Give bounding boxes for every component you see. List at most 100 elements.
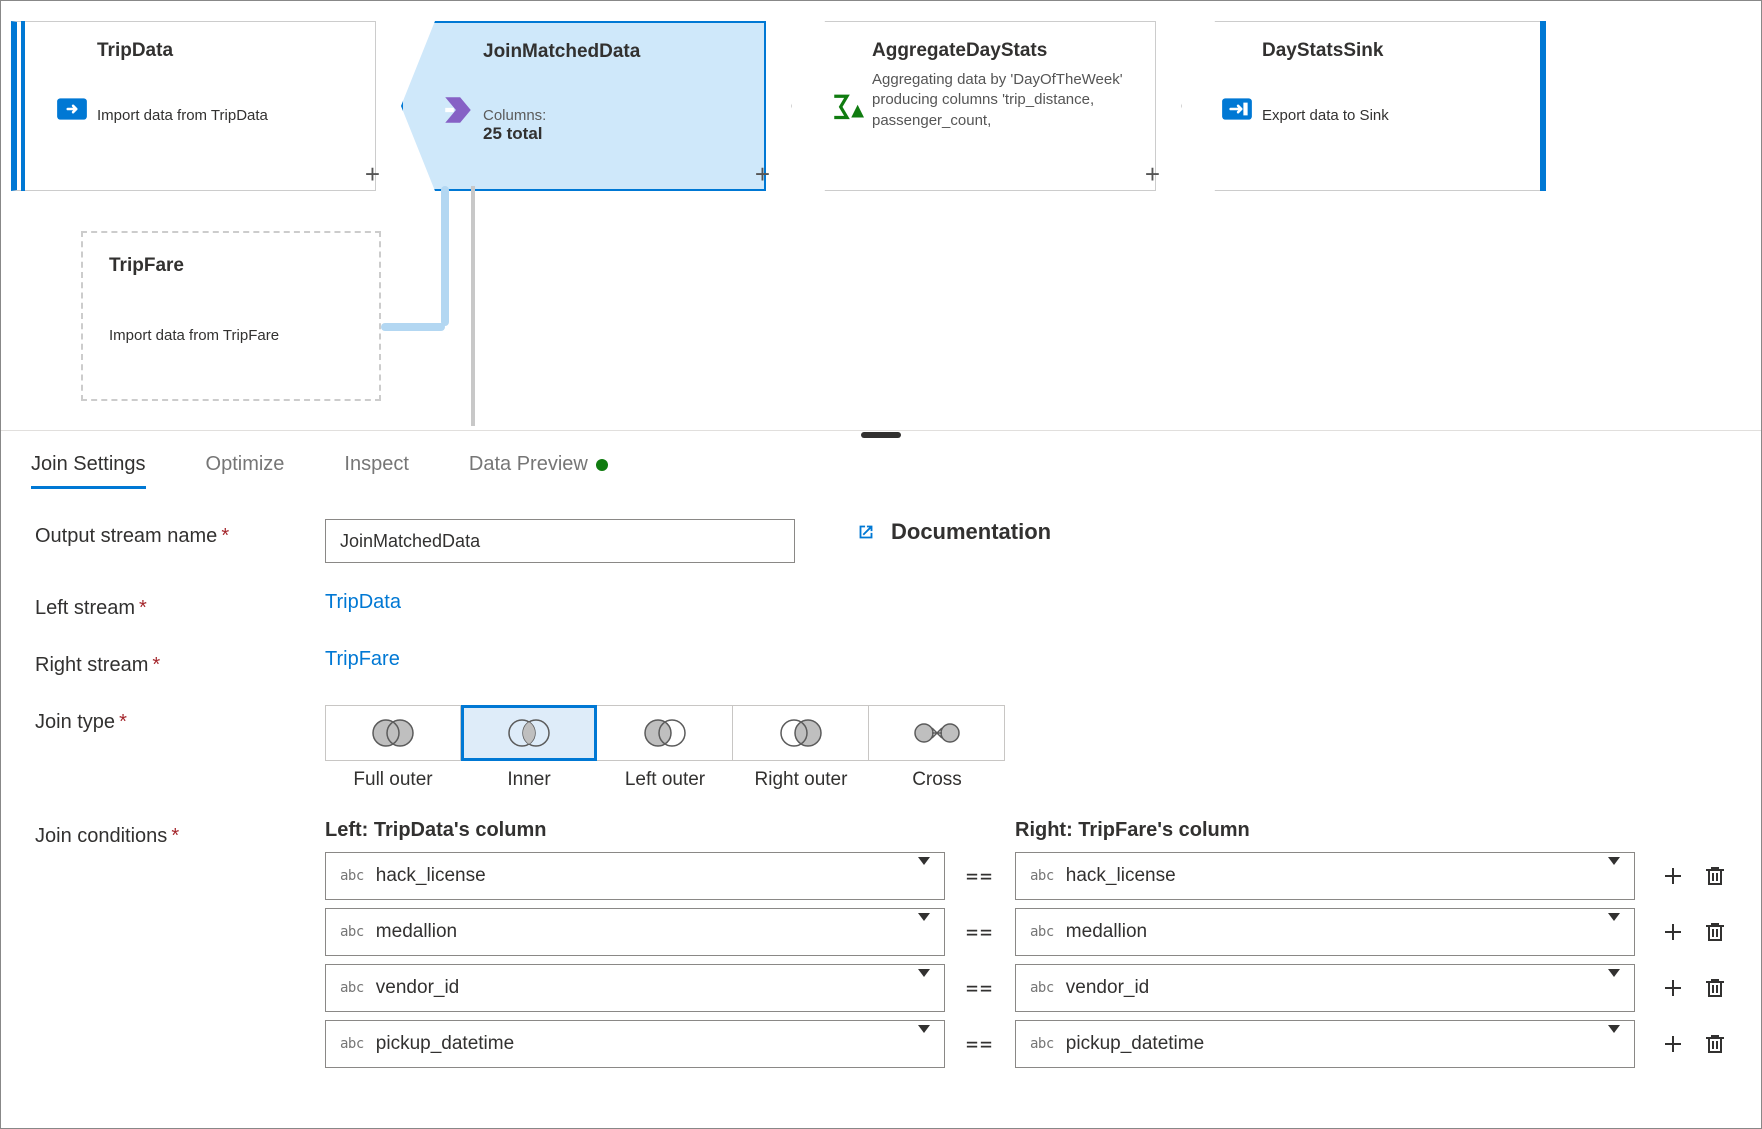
join-type-left-outer[interactable]: Left outer [597,705,733,791]
type-badge: abc [1030,924,1054,940]
delete-condition-button[interactable] [1703,920,1727,944]
join-type-cross[interactable]: Cross [869,705,1005,791]
chevron-down-icon [1608,969,1620,998]
chevron-down-icon [1608,913,1620,942]
venn-left-outer-icon [638,716,692,750]
join-type-full-outer[interactable]: Full outer [325,705,461,791]
left-column-name: vendor_id [376,977,459,999]
delete-condition-button[interactable] [1703,976,1727,1000]
left-stream-label: Left stream* [35,591,325,620]
connector [471,186,475,426]
tab-optimize[interactable]: Optimize [206,453,285,489]
connector [381,323,445,331]
type-badge: abc [340,1036,364,1052]
left-column-select[interactable]: abc vendor_id [325,964,945,1012]
right-column-name: vendor_id [1066,977,1149,999]
add-condition-button[interactable] [1661,864,1685,888]
join-conditions-label: Join conditions* [35,819,325,848]
join-settings-panel: Output stream name* Documentation Left s… [1,489,1761,1128]
preview-ready-indicator [596,459,608,471]
type-badge: abc [1030,980,1054,996]
panel-resize-handle[interactable] [861,432,901,438]
sink-icon [1220,92,1254,126]
columns-label: Columns: [483,107,740,124]
equality-operator: == [945,976,1015,1000]
documentation-link[interactable]: Documentation [855,519,1051,545]
join-type-inner[interactable]: Inner [461,705,597,791]
right-column-name: medallion [1066,921,1147,943]
chevron-down-icon [918,1025,930,1054]
node-desc: Import data from TripData [97,106,351,126]
node-tripdata[interactable]: TripData Import data from TripData + [11,21,376,191]
delete-condition-button[interactable] [1703,864,1727,888]
right-column-name: pickup_datetime [1066,1033,1204,1055]
equality-operator: == [945,864,1015,888]
left-column-select[interactable]: abc pickup_datetime [325,1020,945,1068]
add-condition-button[interactable] [1661,920,1685,944]
type-badge: abc [1030,868,1054,884]
right-column-select[interactable]: abc pickup_datetime [1015,1020,1635,1068]
right-column-name: hack_license [1066,865,1176,887]
chevron-down-icon [918,969,930,998]
right-column-header: Right: TripFare's column [1015,819,1250,842]
connector [441,186,449,326]
node-title: DayStatsSink [1262,40,1521,62]
join-type-right-outer[interactable]: Right outer [733,705,869,791]
node-tripfare[interactable]: TripFare Import data from TripFare [81,231,381,401]
left-column-select[interactable]: abc hack_license [325,852,945,900]
external-link-icon [855,521,877,543]
dataflow-canvas[interactable]: TripData Import data from TripData + Joi… [1,1,1761,431]
venn-right-outer-icon [774,716,828,750]
delete-condition-button[interactable] [1703,1032,1727,1056]
chevron-down-icon [1608,857,1620,886]
add-condition-button[interactable] [1661,976,1685,1000]
type-badge: abc [1030,1036,1054,1052]
chevron-down-icon [1608,1025,1620,1054]
node-title: TripFare [109,255,353,277]
node-desc: Import data from TripFare [109,327,353,344]
venn-inner-icon [502,716,556,750]
tab-data-preview[interactable]: Data Preview [469,453,608,489]
left-column-header: Left: TripData's column [325,819,1015,842]
join-condition-row: abc hack_license == abc hack_license [325,852,1727,900]
venn-cross-icon [910,716,964,750]
left-stream-value[interactable]: TripData [325,591,401,614]
add-condition-button[interactable] [1661,1032,1685,1056]
chevron-down-icon [918,913,930,942]
output-stream-name-input[interactable] [325,519,795,563]
tab-join-settings[interactable]: Join Settings [31,453,146,489]
node-desc: Export data to Sink [1262,106,1521,126]
join-condition-row: abc pickup_datetime == abc pickup_dateti… [325,1020,1727,1068]
node-daystatssink[interactable]: DayStatsSink Export data to Sink [1181,21,1546,191]
add-after-button[interactable]: + [1145,161,1160,187]
right-stream-label: Right stream* [35,648,325,677]
type-badge: abc [340,924,364,940]
add-after-button[interactable]: + [365,161,380,187]
right-column-select[interactable]: abc hack_license [1015,852,1635,900]
node-title: TripData [97,40,351,62]
left-column-name: pickup_datetime [376,1033,514,1055]
left-column-select[interactable]: abc medallion [325,908,945,956]
right-column-select[interactable]: abc vendor_id [1015,964,1635,1012]
tab-inspect[interactable]: Inspect [344,453,408,489]
equality-operator: == [945,1032,1015,1056]
right-column-select[interactable]: abc medallion [1015,908,1635,956]
join-condition-row: abc medallion == abc medallion [325,908,1727,956]
chevron-down-icon [918,857,930,886]
left-column-name: medallion [376,921,457,943]
columns-total: 25 total [483,124,740,144]
type-badge: abc [340,980,364,996]
venn-full-outer-icon [366,716,420,750]
add-after-button[interactable]: + [755,161,770,187]
left-column-name: hack_license [376,865,486,887]
equality-operator: == [945,920,1015,944]
node-desc: Aggregating data by 'DayOfTheWeek' produ… [872,70,1131,131]
source-icon [55,92,89,126]
node-aggregatedaystats[interactable]: AggregateDayStats Aggregating data by 'D… [791,21,1156,191]
join-type-label: Join type* [35,705,325,734]
node-joinmatcheddata[interactable]: JoinMatchedData Columns: 25 total + [401,21,766,191]
right-stream-value[interactable]: TripFare [325,648,400,671]
output-stream-label: Output stream name* [35,519,325,548]
settings-tabs: Join Settings Optimize Inspect Data Prev… [1,431,1761,489]
node-title: AggregateDayStats [872,40,1131,62]
